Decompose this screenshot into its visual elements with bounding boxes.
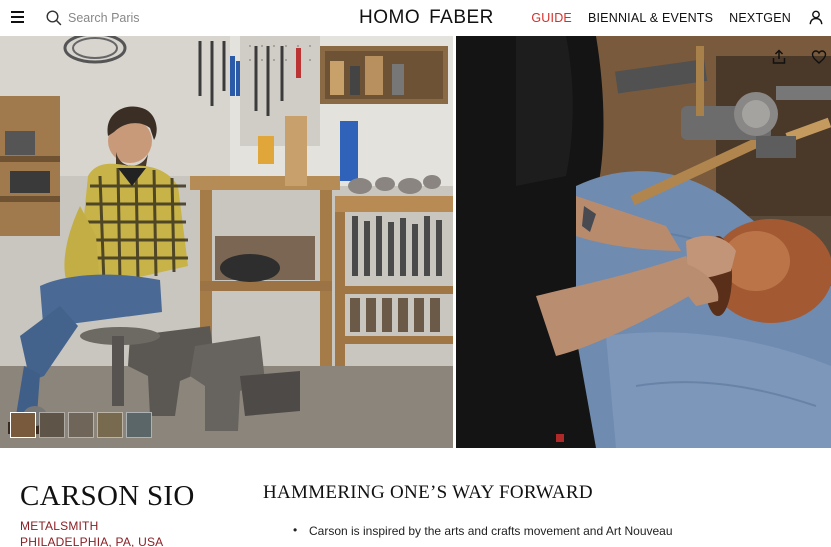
nav-nextgen[interactable]: NEXTGEN (729, 11, 791, 25)
search-icon[interactable] (46, 10, 62, 26)
heart-icon[interactable] (811, 49, 827, 65)
thumbnail[interactable] (39, 412, 65, 438)
artisan-location: PHILADELPHIA, PA, USA (20, 535, 164, 547)
site-header: HOMO FABER GUIDE BIENNIAL & EVENTS NEXTGE… (0, 0, 831, 36)
gallery-photo-detail[interactable] (456, 36, 831, 448)
nav-biennial-events[interactable]: BIENNIAL & EVENTS (588, 11, 713, 25)
bullet-item: Carson is inspired by the arts and craft… (293, 523, 673, 538)
artisan-name: CARSON SIO (20, 480, 195, 512)
thumbnail[interactable] (68, 412, 94, 438)
logo-right: FABER (429, 7, 494, 28)
search-input[interactable] (68, 11, 158, 25)
gallery-photo-workshop[interactable] (0, 36, 453, 448)
artisan-profession[interactable]: METALSMITH (20, 519, 98, 533)
menu-icon[interactable] (11, 11, 25, 24)
user-icon[interactable] (809, 10, 823, 25)
logo-left: HOMO (359, 7, 421, 28)
article-bullets: Carson is inspired by the arts and craft… (293, 523, 673, 538)
main-nav: GUIDE BIENNIAL & EVENTS NEXTGEN (531, 11, 791, 25)
nav-guide[interactable]: GUIDE (531, 11, 572, 25)
site-logo[interactable]: HOMO FABER (359, 7, 494, 29)
thumbnail[interactable] (97, 412, 123, 438)
search-bar[interactable] (46, 9, 158, 27)
gallery-thumbnails (10, 412, 152, 438)
thumbnail[interactable] (10, 412, 36, 438)
article-title: HAMMERING ONE’S WAY FORWARD (263, 482, 593, 503)
thumbnail[interactable] (126, 412, 152, 438)
share-icon[interactable] (771, 49, 787, 65)
